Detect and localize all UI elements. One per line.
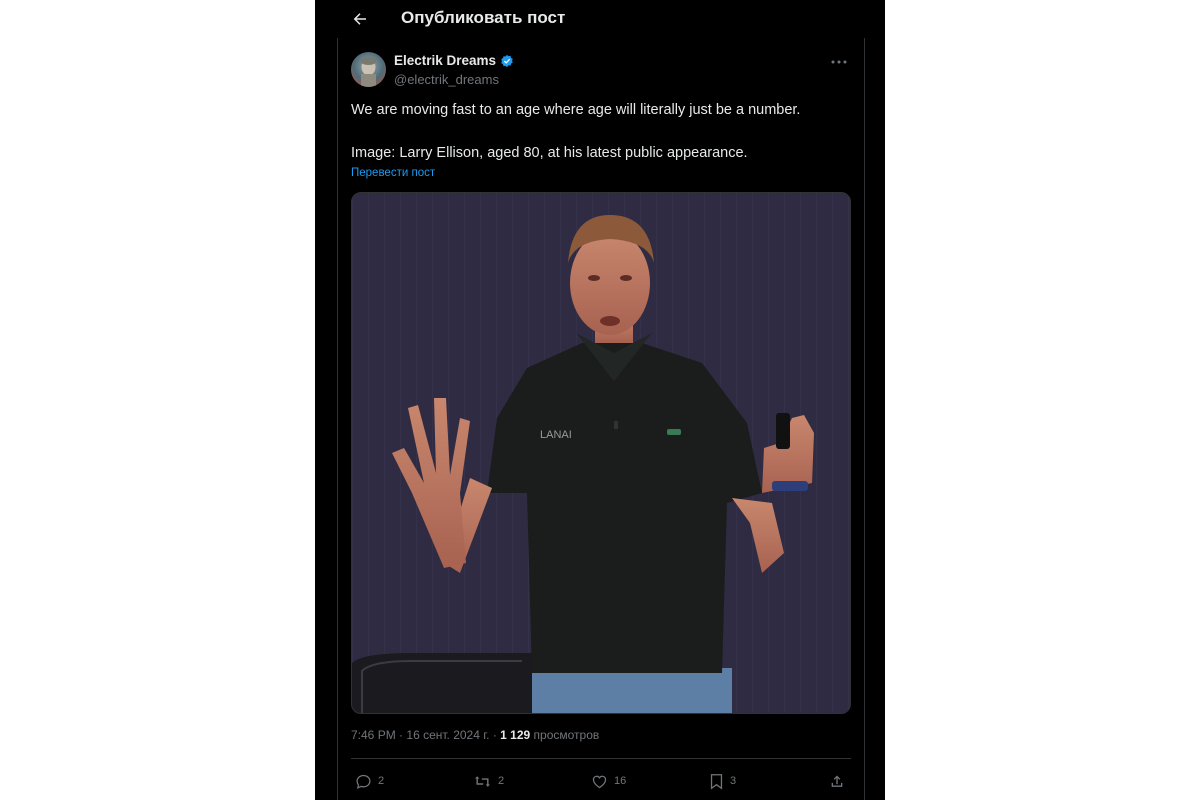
author-name-text: Electrik Dreams xyxy=(394,53,497,68)
reply-button[interactable]: 2 xyxy=(355,770,384,792)
avatar[interactable] xyxy=(351,52,386,87)
author-handle[interactable]: @electrik_dreams xyxy=(394,72,499,87)
bookmark-icon xyxy=(710,773,723,789)
author-name[interactable]: Electrik Dreams xyxy=(394,53,514,68)
more-horizontal-icon xyxy=(831,60,847,64)
more-options-button[interactable] xyxy=(828,54,850,70)
like-button[interactable]: 16 xyxy=(591,770,626,792)
post-actions: 2 2 16 3 xyxy=(351,770,851,792)
post-text-line-2: Image: Larry Ellison, aged 80, at his la… xyxy=(351,145,748,161)
verified-badge-icon xyxy=(501,54,513,67)
arrow-left-icon xyxy=(353,13,366,25)
reply-count: 2 xyxy=(378,775,385,787)
post-time[interactable]: 7:46 PM xyxy=(351,728,396,742)
post-text-line-1: We are moving fast to an age where age w… xyxy=(351,102,801,118)
post-meta: 7:46 PM · 16 сент. 2024 г. · 1 129 просм… xyxy=(351,728,599,742)
bookmark-count: 3 xyxy=(730,775,737,787)
post-date[interactable]: 16 сент. 2024 г. xyxy=(406,728,489,742)
post-author: Electrik Dreams @electrik_dreams xyxy=(351,52,851,92)
views-count: 1 129 xyxy=(500,728,531,742)
views-label: просмотров xyxy=(533,728,600,742)
back-button[interactable] xyxy=(345,4,375,34)
reply-icon xyxy=(356,774,371,789)
heart-icon xyxy=(592,775,607,788)
column-border-left xyxy=(337,38,338,800)
repost-icon xyxy=(475,775,490,787)
share-button[interactable] xyxy=(829,770,845,792)
column-border-right xyxy=(864,38,865,800)
repost-count: 2 xyxy=(498,775,505,787)
share-icon xyxy=(831,775,843,787)
shirt-logo-text: LANAI xyxy=(540,429,572,441)
top-bar: Опубликовать пост xyxy=(315,0,885,38)
page-title: Опубликовать пост xyxy=(401,8,566,27)
bookmark-button[interactable]: 3 xyxy=(709,770,736,792)
like-count: 16 xyxy=(614,775,627,787)
repost-button[interactable]: 2 xyxy=(473,770,504,792)
post-image[interactable]: LANAI xyxy=(351,192,851,714)
post-page: Опубликовать пост Electrik Dreams @elect… xyxy=(315,0,885,800)
translate-post-link[interactable]: Перевести пост xyxy=(351,167,435,179)
divider xyxy=(351,758,851,759)
